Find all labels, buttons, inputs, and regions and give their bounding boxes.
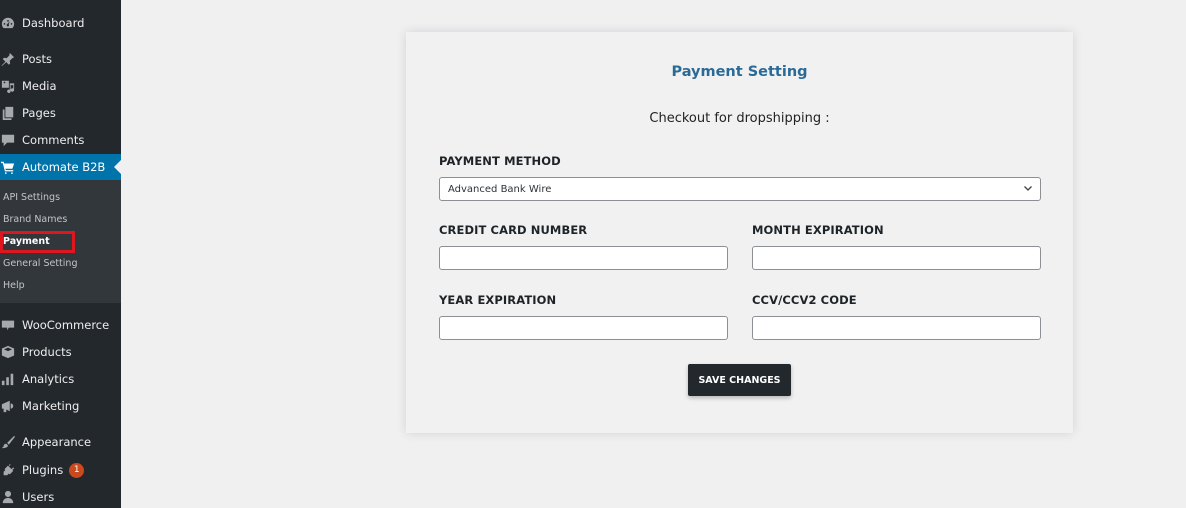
sidebar-item-woocommerce[interactable]: WooCommerce — [0, 312, 121, 338]
comment-icon — [0, 132, 16, 148]
plug-icon — [0, 462, 16, 478]
submenu-item-help[interactable]: Help — [3, 280, 25, 291]
submenu-item-general-setting[interactable]: General Setting — [3, 258, 77, 269]
sidebar-item-pages[interactable]: Pages — [0, 100, 121, 126]
ccv-code-input[interactable] — [752, 316, 1041, 340]
sidebar-item-label: Comments — [22, 133, 85, 147]
submenu-item-api-settings[interactable]: API Settings — [3, 192, 60, 203]
sidebar-item-label: Users — [22, 490, 55, 504]
bar-chart-icon — [0, 371, 16, 387]
sidebar-item-plugins[interactable]: Plugins 1 — [0, 457, 121, 483]
save-changes-button[interactable]: SAVE CHANGES — [688, 364, 791, 396]
section-subtitle: Checkout for dropshipping : — [649, 111, 830, 126]
plugins-update-badge: 1 — [69, 462, 85, 478]
sidebar-item-label: Media — [22, 79, 57, 93]
payment-method-value: Advanced Bank Wire — [448, 183, 552, 195]
user-icon — [0, 489, 16, 505]
sidebar-item-analytics[interactable]: Analytics — [0, 366, 121, 392]
megaphone-icon — [0, 398, 16, 414]
sidebar-item-label: Pages — [22, 106, 56, 120]
sidebar-item-dashboard[interactable]: Dashboard — [0, 10, 121, 36]
sidebar-item-marketing[interactable]: Marketing — [0, 393, 121, 419]
page-title: Payment Setting — [671, 64, 808, 80]
sidebar-item-label: Analytics — [22, 372, 75, 386]
sidebar-item-label: Posts — [22, 52, 53, 66]
sidebar-item-users[interactable]: Users — [0, 484, 121, 508]
dashboard-icon — [0, 15, 16, 31]
chevron-down-icon — [1024, 186, 1032, 191]
submenu-item-brand-names[interactable]: Brand Names — [3, 214, 67, 225]
sidebar-item-media[interactable]: Media — [0, 73, 121, 99]
credit-card-number-input[interactable] — [439, 246, 728, 270]
year-expiration-label: YEAR EXPIRATION — [439, 293, 557, 307]
sidebar-item-label: Plugins — [22, 463, 64, 477]
sidebar-item-automate-b2b[interactable]: Automate B2B — [0, 154, 121, 180]
payment-highlight-box — [0, 231, 75, 253]
sidebar-item-label: Automate B2B — [22, 160, 106, 174]
sidebar-item-label: Marketing — [22, 399, 80, 413]
payment-method-select[interactable]: Advanced Bank Wire — [439, 177, 1041, 201]
sidebar-item-products[interactable]: Products — [0, 339, 121, 365]
ccv-code-label: CCV/CCV2 CODE — [752, 293, 857, 307]
sidebar-item-comments[interactable]: Comments — [0, 127, 121, 153]
month-expiration-label: MONTH EXPIRATION — [752, 223, 884, 237]
brush-icon — [0, 434, 16, 450]
payment-settings-card: Payment Setting Checkout for dropshippin… — [406, 32, 1073, 433]
box-icon — [0, 344, 16, 360]
sidebar-item-label: Appearance — [22, 435, 92, 449]
pages-icon — [0, 105, 16, 121]
active-menu-arrow — [114, 160, 121, 174]
credit-card-number-label: CREDIT CARD NUMBER — [439, 223, 588, 237]
pin-icon — [0, 51, 16, 67]
payment-method-label: PAYMENT METHOD — [439, 154, 561, 168]
cart-icon — [0, 159, 16, 175]
sidebar-item-posts[interactable]: Posts — [0, 46, 121, 72]
sidebar-item-label: Products — [22, 345, 72, 359]
year-expiration-input[interactable] — [439, 316, 728, 340]
admin-sidebar: Dashboard Posts Media Pages Comments Aut… — [0, 0, 121, 508]
sidebar-item-label: Dashboard — [22, 16, 85, 30]
woo-icon — [0, 317, 16, 333]
sidebar-item-label: WooCommerce — [22, 318, 110, 332]
sidebar-item-appearance[interactable]: Appearance — [0, 429, 121, 455]
month-expiration-input[interactable] — [752, 246, 1041, 270]
media-icon — [0, 78, 16, 94]
